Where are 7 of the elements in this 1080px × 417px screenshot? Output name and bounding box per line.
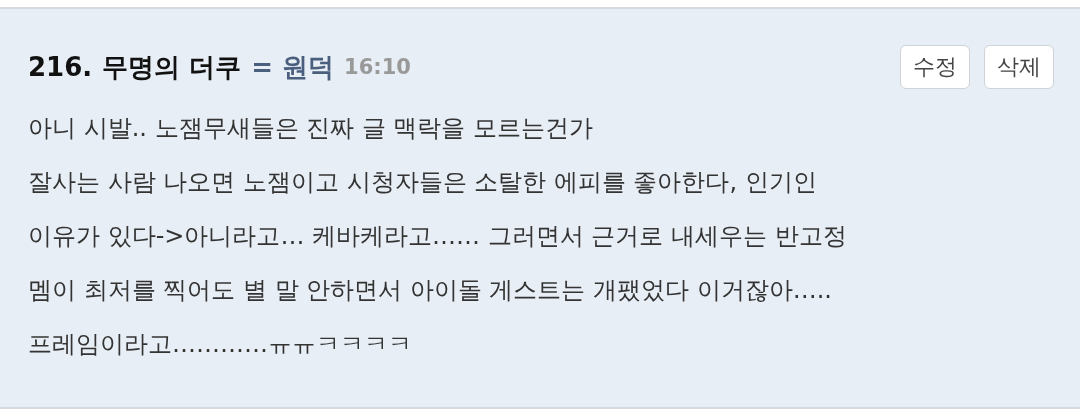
comment-text: 아니 시발.. 노잼무새들은 진짜 글 맥락을 모르는건가 잘사는 사람 나오면 노잼이고 시청자들은 소탈한 에피를 좋아한다, 인기인 이유가 있다->아니라고… 케바케라고…… 그러면서 근거로 내세우는 반고정 멤이 최저를 찍어도 별 말 안하면서 아이돌 게스트는 개팼었다 이거잖아….. 프레임이라고…………ㅠㅠㅋㅋㅋㅋ — [28, 113, 848, 360]
comment-number: 216. — [28, 52, 93, 82]
edit-button[interactable]: 수정 — [900, 45, 970, 89]
author-tag: = 원덕 — [251, 49, 335, 85]
author-name: 무명의 더쿠 — [102, 50, 242, 84]
delete-button[interactable]: 삭제 — [984, 45, 1054, 89]
comment-time: 16:10 — [344, 55, 411, 79]
